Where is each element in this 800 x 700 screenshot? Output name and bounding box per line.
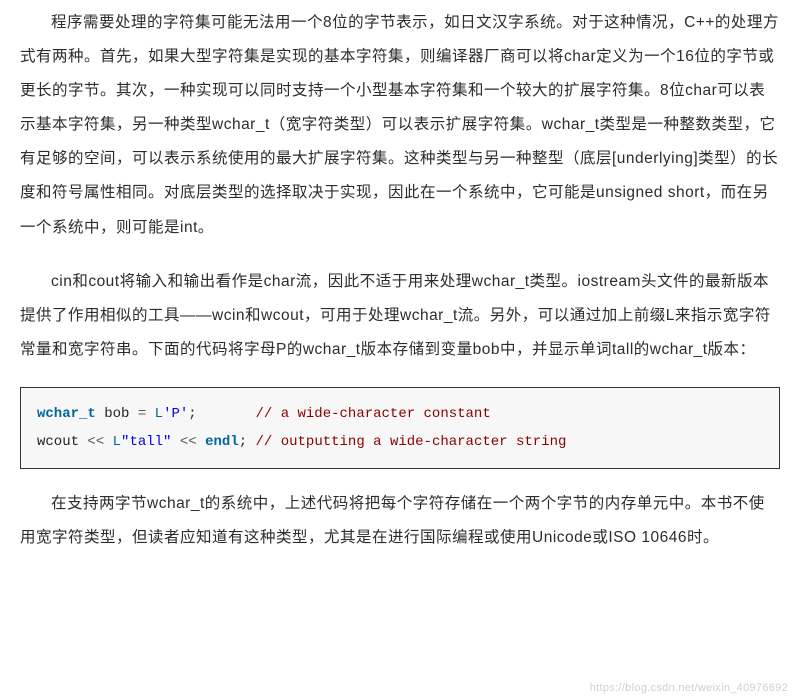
paragraph-2: cin和cout将输入和输出看作是char流，因此不适于用来处理wchar_t类… — [20, 265, 780, 367]
code-operator: = — [129, 406, 154, 422]
code-variable: bob — [104, 406, 129, 422]
code-string-literal: "tall" — [121, 434, 171, 450]
code-char-literal: 'P' — [163, 406, 188, 422]
code-endl: endl — [205, 434, 239, 450]
code-literal-prefix: L — [113, 434, 121, 450]
paragraph-1: 程序需要处理的字符集可能无法用一个8位的字节表示，如日文汉字系统。对于这种情况，… — [20, 6, 780, 245]
code-space — [197, 434, 205, 450]
code-comment: // a wide-character constant — [256, 406, 491, 422]
code-literal-prefix: L — [155, 406, 163, 422]
code-stream: wcout — [37, 434, 87, 450]
code-semicolon: ; — [239, 434, 256, 450]
code-operator: << — [180, 434, 197, 450]
code-operator: << — [87, 434, 104, 450]
code-keyword-type: wchar_t — [37, 406, 96, 422]
paragraph-3: 在支持两字节wchar_t的系统中，上述代码将把每个字符存储在一个两个字节的内存… — [20, 487, 780, 555]
code-space — [171, 434, 179, 450]
code-block: wchar_t bob = L'P'; // a wide-character … — [20, 387, 780, 469]
code-comment: // outputting a wide-character string — [256, 434, 567, 450]
code-semicolon: ; — [188, 406, 255, 422]
watermark: https://blog.csdn.net/weixin_40976692 — [590, 682, 788, 694]
code-space — [104, 434, 112, 450]
